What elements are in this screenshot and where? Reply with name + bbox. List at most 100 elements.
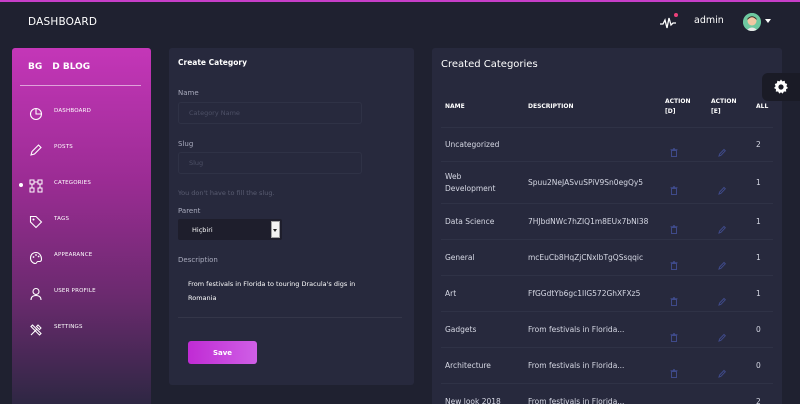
parent-selected-value: Hiçbiri — [192, 226, 213, 234]
card-title: Created Categories — [441, 59, 538, 70]
palette-icon — [29, 250, 43, 265]
category-name: Web Development — [445, 172, 496, 193]
pencil-icon[interactable] — [718, 142, 727, 157]
post-count: 0 — [756, 325, 761, 334]
parent-select[interactable]: Hiçbiri — [178, 219, 282, 240]
dashboard-icon — [29, 106, 43, 121]
category-name-input[interactable] — [178, 102, 362, 124]
brand-left: BG — [28, 62, 43, 72]
pencil-icon[interactable] — [718, 255, 727, 270]
activity-icon[interactable] — [660, 13, 678, 29]
trash-icon[interactable] — [670, 363, 678, 378]
pencil-icon — [29, 142, 43, 156]
trash-icon[interactable] — [670, 142, 678, 157]
pencil-icon[interactable] — [718, 363, 727, 378]
post-count: 1 — [756, 217, 761, 226]
table-row: Data Science 7HJbdNWc7hZIQ1m8EUx7bNl38 1 — [441, 203, 773, 239]
trash-icon[interactable] — [670, 255, 678, 270]
tag-icon — [29, 214, 43, 229]
category-description: From festivals in Florida... — [528, 397, 625, 404]
description-textarea[interactable]: From festivals in Florida to touring Dra… — [178, 270, 402, 318]
column-header-description: DESCRIPTION — [528, 103, 574, 110]
categories-list-card: Created Categories NAME DESCRIPTION ACTI… — [432, 48, 782, 404]
divider — [20, 85, 141, 86]
top-navbar: DASHBOARD admin — [0, 2, 800, 42]
sidebar: BG D BLOG DASHBOARD POSTS CATEGORIES TAGS… — [12, 48, 151, 404]
sidebar-item-label: DASHBOARD — [54, 108, 92, 114]
sidebar-item-label: USER PROFILE — [54, 288, 96, 294]
pencil-icon[interactable] — [718, 399, 726, 404]
notification-dot — [674, 13, 678, 17]
sidebar-item-label: CATEGORIES — [54, 180, 92, 186]
column-header-name: NAME — [445, 103, 465, 110]
column-header-action-e: ACTION [E] — [711, 98, 737, 115]
category-name: New look 2018 — [445, 397, 501, 404]
sidebar-item-tags[interactable]: TAGS — [12, 210, 151, 232]
table-row: Gadgets From festivals in Florida... 0 — [441, 311, 773, 347]
table-row: Uncategorized 2 — [441, 127, 773, 161]
user-name[interactable]: admin — [694, 15, 724, 26]
sidebar-item-settings[interactable]: SETTINGS — [12, 318, 151, 340]
settings-toggle[interactable] — [762, 73, 800, 101]
sidebar-item-user-profile[interactable]: USER PROFILE — [12, 282, 151, 304]
description-label: Description — [178, 256, 218, 264]
page-title: DASHBOARD — [28, 16, 98, 28]
column-header-action-d: ACTION [D] — [665, 98, 691, 115]
sidebar-item-label: APPEARANCE — [54, 252, 93, 258]
card-title: Create Category — [178, 58, 247, 67]
table-row: General mcEuCb8HqZjCNxlbTgQSsqqic 1 — [441, 239, 773, 275]
name-label: Name — [178, 89, 199, 97]
gear-icon — [774, 79, 788, 94]
trash-icon[interactable] — [670, 399, 678, 404]
sidebar-item-label: POSTS — [54, 144, 73, 150]
brand-right: D BLOG — [52, 62, 91, 72]
post-count: 1 — [756, 178, 761, 187]
sidebar-item-dashboard[interactable]: DASHBOARD — [12, 102, 151, 124]
pencil-icon[interactable] — [718, 327, 727, 342]
active-indicator — [19, 183, 23, 187]
post-count: 1 — [756, 253, 761, 262]
category-description: mcEuCb8HqZjCNxlbTgQSsqqic — [528, 253, 644, 262]
trash-icon[interactable] — [670, 327, 678, 342]
post-count: 0 — [756, 361, 761, 370]
sidebar-item-posts[interactable]: POSTS — [12, 138, 151, 160]
table-row: New look 2018 From festivals in Florida..… — [441, 383, 773, 404]
trash-icon[interactable] — [670, 291, 678, 306]
category-name: Uncategorized — [445, 140, 500, 149]
trash-icon[interactable] — [670, 180, 678, 195]
create-category-card: Create Category Name Slug You don't have… — [169, 48, 414, 385]
slug-input[interactable] — [178, 152, 362, 174]
column-header-all: ALL — [756, 103, 769, 110]
category-description: 7HJbdNWc7hZIQ1m8EUx7bNl38 — [528, 217, 649, 226]
chevron-down-icon[interactable] — [765, 19, 771, 23]
category-name: General — [445, 253, 475, 262]
avatar[interactable] — [743, 13, 761, 31]
trash-icon[interactable] — [670, 219, 678, 234]
category-name: Art — [445, 289, 457, 298]
category-name: Gadgets — [445, 325, 477, 334]
category-name: Data Science — [445, 217, 495, 226]
hierarchy-icon — [29, 178, 43, 193]
sidebar-item-appearance[interactable]: APPEARANCE — [12, 246, 151, 268]
sidebar-item-label: SETTINGS — [54, 324, 83, 330]
post-count: 2 — [756, 397, 761, 404]
category-description: From festivals in Florida... — [528, 361, 625, 370]
table-row: Architecture From festivals in Florida...… — [441, 347, 773, 383]
category-description: From festivals in Florida... — [528, 325, 625, 334]
parent-label: Parent — [178, 207, 201, 215]
user-icon — [29, 286, 43, 301]
category-name: Architecture — [445, 361, 491, 370]
post-count: 1 — [756, 289, 761, 298]
sidebar-item-label: TAGS — [54, 216, 70, 222]
pencil-icon[interactable] — [718, 291, 727, 306]
chevron-down-icon[interactable] — [271, 221, 280, 238]
tools-icon — [29, 322, 43, 336]
save-button[interactable]: Save — [188, 341, 257, 364]
pencil-icon[interactable] — [718, 219, 727, 234]
brand-logo[interactable]: BG D BLOG — [28, 62, 90, 72]
table-row: Art FfGGdtYb6gc1IlG572GhXFXz5 1 — [441, 275, 773, 311]
pencil-icon[interactable] — [718, 180, 727, 195]
table-row: Web Development Spuu2NeJASvuSPiV9Sn0egQy5… — [441, 161, 773, 203]
sidebar-item-categories[interactable]: CATEGORIES — [12, 174, 151, 196]
post-count: 2 — [756, 140, 761, 149]
